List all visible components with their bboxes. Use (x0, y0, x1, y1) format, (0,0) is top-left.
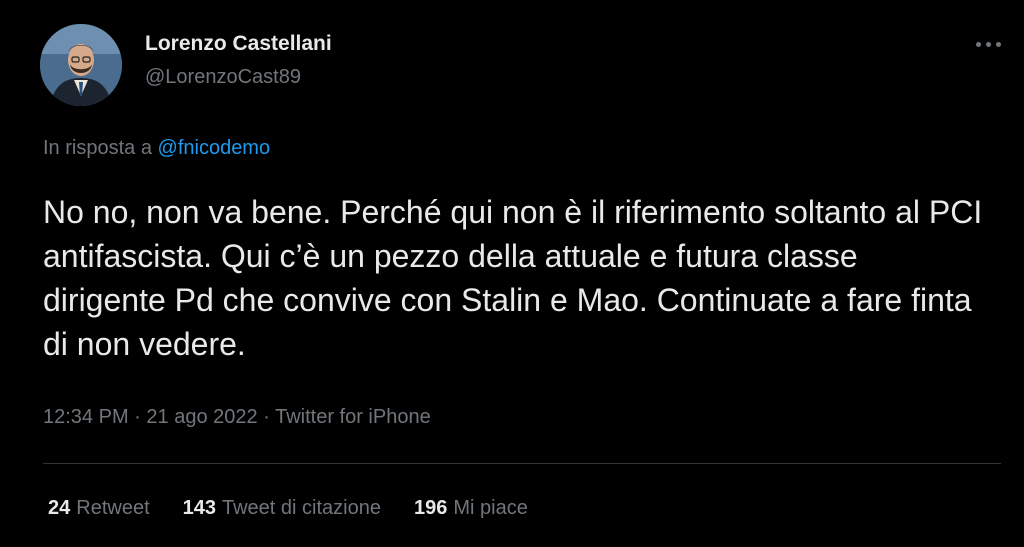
meta-separator: · (263, 406, 270, 428)
tweet-text: No no, non va bene. Perché qui non è il … (43, 194, 983, 362)
tweet-date[interactable]: 21 ago 2022 (146, 406, 257, 428)
quote-tweets-count: 143 (182, 497, 216, 519)
reply-prefix: In risposta a (43, 137, 152, 159)
quote-tweets-stat[interactable]: 143 Tweet di citazione (183, 497, 381, 520)
tweet-meta: 12:34 PM · 21 ago 2022 · Twitter for iPh… (43, 406, 431, 429)
author-handle[interactable]: @LorenzoCast89 (145, 66, 301, 89)
retweets-count: 24 (48, 497, 71, 519)
quote-tweets-label: Tweet di citazione (222, 497, 381, 519)
tweet-card: Lorenzo Castellani @LorenzoCast89 In ris… (0, 0, 1024, 547)
engagement-stats: 24 Retweet 143 Tweet di citazione 196 Mi pi… (48, 497, 528, 520)
likes-stat[interactable]: 196 Mi piace (414, 497, 528, 520)
dot (975, 41, 981, 47)
tweet-time[interactable]: 12:34 PM (43, 406, 129, 428)
likes-count: 196 (413, 497, 448, 519)
reply-mention-link[interactable]: @fnicodemo (158, 137, 271, 159)
likes-label: Mi piace (453, 497, 528, 519)
retweets-label: Retweet (76, 497, 150, 519)
reply-context: In risposta a @fnicodemo (43, 137, 270, 160)
avatar[interactable] (40, 24, 122, 106)
author-name[interactable]: Lorenzo Castellani (145, 32, 332, 56)
tweet-source-link[interactable]: Twitter for iPhone (275, 406, 431, 428)
meta-separator: · (134, 406, 141, 428)
dot (985, 41, 991, 47)
retweets-stat[interactable]: 24 Retweet (48, 497, 150, 520)
dot (995, 41, 1001, 47)
more-options-icon[interactable] (966, 32, 1010, 56)
avatar-image (40, 24, 122, 106)
divider (43, 463, 1001, 464)
